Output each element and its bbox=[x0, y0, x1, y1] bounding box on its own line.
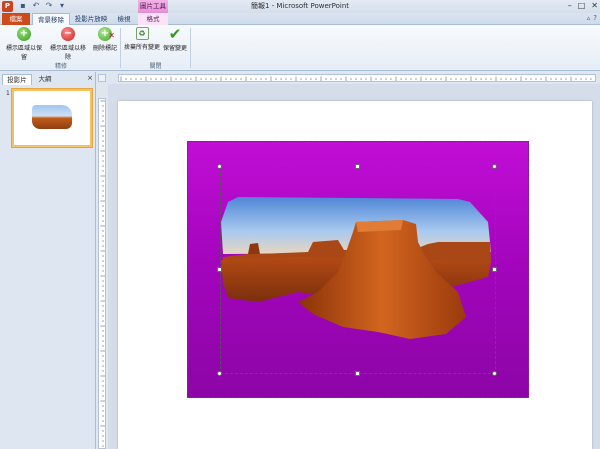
mark-areas-to-remove-button[interactable]: − 標示區域以移除 bbox=[48, 27, 88, 61]
plus-circle-icon: + bbox=[17, 27, 31, 41]
group-separator bbox=[190, 28, 191, 68]
mark-areas-to-remove-label: 標示區域以移除 bbox=[49, 45, 86, 61]
title-bar: P ▪ ↶ ↷ ▾ 圖片工具 簡報1 - Microsoft PowerPoin… bbox=[0, 0, 600, 13]
horizontal-ruler[interactable] bbox=[118, 74, 596, 82]
resize-handle-bottom[interactable] bbox=[355, 371, 360, 376]
delete-mark-icon: + ✕ bbox=[98, 27, 115, 41]
tab-format[interactable]: 格式 bbox=[138, 13, 168, 25]
horizontal-ruler-ticks bbox=[120, 76, 592, 81]
vertical-ruler[interactable] bbox=[98, 98, 106, 449]
ribbon: + 標示區域以保留 − 標示區域以移除 + ✕ 刪除標記 精修 ♻ 捨棄所有變更 … bbox=[0, 25, 600, 71]
slide-thumbnail[interactable] bbox=[12, 89, 92, 147]
slide-number: 1 bbox=[6, 90, 10, 97]
discard-all-changes-label: 捨棄所有變更 bbox=[123, 44, 160, 51]
keep-area-selection-frame[interactable] bbox=[220, 167, 496, 374]
ribbon-tab-row: 檔案 背景移除 投影片放映 檢視 格式 ▵ ? bbox=[0, 13, 600, 26]
check-icon: ✔ bbox=[168, 25, 182, 43]
group-label-refine: 精修 bbox=[54, 63, 67, 70]
resize-handle-left[interactable] bbox=[217, 267, 222, 272]
mark-areas-to-keep-label: 標示區域以保留 bbox=[5, 45, 42, 61]
ribbon-right-controls: ▵ ? bbox=[587, 14, 597, 22]
resize-handle-bottom-right[interactable] bbox=[492, 371, 497, 376]
minimize-icon[interactable]: – bbox=[568, 1, 572, 10]
discard-icon: ♻ bbox=[135, 27, 149, 40]
delete-mark-button[interactable]: + ✕ 刪除標記 bbox=[92, 27, 118, 52]
group-separator bbox=[120, 28, 121, 68]
window-controls: – □ ✕ bbox=[568, 1, 598, 10]
keep-changes-button[interactable]: ✔ 保留變更 bbox=[162, 25, 188, 53]
resize-handle-bottom-left[interactable] bbox=[217, 371, 222, 376]
keep-changes-label: 保留變更 bbox=[162, 45, 187, 52]
resize-handle-right[interactable] bbox=[492, 267, 497, 272]
vertical-ruler-ticks bbox=[100, 100, 105, 447]
maximize-icon[interactable]: □ bbox=[578, 1, 586, 10]
window-title: 簡報1 - Microsoft PowerPoint bbox=[250, 2, 350, 10]
tab-slide-show[interactable]: 投影片放映 bbox=[72, 13, 110, 25]
close-icon[interactable]: ✕ bbox=[591, 1, 598, 10]
resize-handle-top-right[interactable] bbox=[492, 164, 497, 169]
minus-circle-icon: − bbox=[61, 27, 75, 41]
resize-handle-top[interactable] bbox=[355, 164, 360, 169]
slides-pane: 投影片 大綱 × 1 bbox=[0, 72, 96, 449]
ruler-corner bbox=[98, 74, 106, 82]
tab-outline[interactable]: 大綱 bbox=[33, 74, 57, 85]
thumbnail-image bbox=[32, 105, 72, 129]
tab-view[interactable]: 檢視 bbox=[112, 13, 136, 25]
help-icon[interactable]: ? bbox=[593, 14, 597, 22]
tab-file[interactable]: 檔案 bbox=[2, 13, 30, 25]
discard-all-changes-button[interactable]: ♻ 捨棄所有變更 bbox=[123, 27, 161, 51]
group-label-close: 關閉 bbox=[149, 63, 162, 70]
delete-mark-label: 刪除標記 bbox=[92, 45, 117, 52]
resize-handle-top-left[interactable] bbox=[217, 164, 222, 169]
close-pane-icon[interactable]: × bbox=[87, 74, 93, 82]
tab-slides[interactable]: 投影片 bbox=[2, 74, 32, 85]
collapse-ribbon-icon[interactable]: ▵ bbox=[587, 14, 591, 22]
pane-tabs: 投影片 大綱 × bbox=[0, 74, 96, 85]
mark-areas-to-keep-button[interactable]: + 標示區域以保留 bbox=[4, 27, 44, 61]
